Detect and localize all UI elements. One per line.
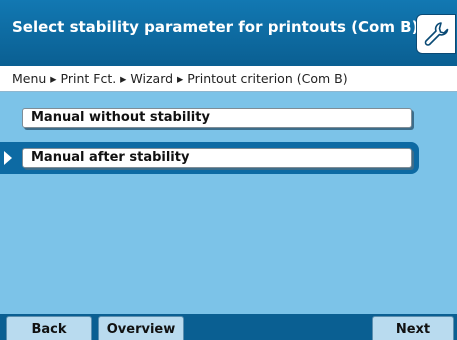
selection-pointer-icon — [4, 151, 12, 165]
breadcrumb: Menu ▸ Print Fct. ▸ Wizard ▸ Printout cr… — [0, 66, 457, 92]
title-bar: Select stability parameter for printouts… — [0, 0, 457, 66]
softkey-bar: Back Overview Next — [0, 314, 457, 340]
back-button[interactable]: Back — [6, 316, 92, 340]
wrench-icon — [424, 22, 449, 46]
option-label: Manual after stability — [31, 150, 190, 165]
settings-button[interactable] — [416, 14, 456, 54]
overview-button[interactable]: Overview — [98, 316, 184, 340]
option-manual-after-stability[interactable]: Manual after stability — [22, 148, 412, 168]
option-label: Manual without stability — [31, 110, 210, 125]
balance-screen: Select stability parameter for printouts… — [0, 0, 457, 340]
option-manual-without-stability[interactable]: Manual without stability — [22, 108, 412, 128]
next-button[interactable]: Next — [372, 316, 454, 340]
page-title: Select stability parameter for printouts… — [12, 18, 425, 36]
option-list: Manual without stability Manual after st… — [0, 92, 457, 314]
